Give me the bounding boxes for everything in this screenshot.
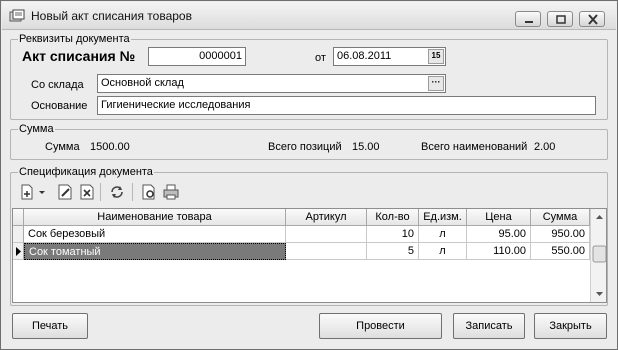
names-label: Всего наименований <box>421 141 528 153</box>
table-cell-total[interactable]: 550.00 <box>531 243 590 260</box>
scrollbar-graphic <box>592 215 606 296</box>
table-cell-qty[interactable]: 5 <box>367 243 419 260</box>
minimize-icon <box>525 21 533 23</box>
column-header-name[interactable]: Наименование товара <box>24 209 286 226</box>
requisites-group-title: Реквизиты документа <box>18 33 131 45</box>
act-number-field[interactable]: 0000001 <box>148 47 246 66</box>
specification-table[interactable]: Наименование товара Артикул Кол-во Ед.из… <box>12 208 607 303</box>
row-indicator-current[interactable] <box>13 243 24 260</box>
toolbar-separator <box>100 183 101 201</box>
table-cell-name[interactable]: Сок березовый <box>24 226 286 243</box>
scroll-down-icon <box>596 292 603 296</box>
column-header-unit[interactable]: Ед.изм. <box>419 209 467 226</box>
print-button[interactable]: Печать <box>12 313 88 339</box>
scroll-up-icon <box>596 215 603 219</box>
basis-label: Основание <box>31 100 88 112</box>
app-icon <box>9 9 25 22</box>
sum-label: Сумма <box>45 141 80 153</box>
sum-value: 1500.00 <box>90 141 130 153</box>
calendar-icon[interactable]: 15 <box>428 49 444 64</box>
close-window-button[interactable] <box>579 11 605 27</box>
delete-icon[interactable] <box>78 183 96 201</box>
names-value: 2.00 <box>534 141 556 153</box>
act-number-label: Акт списания № <box>22 48 136 64</box>
save-button[interactable]: Записать <box>453 313 525 339</box>
positions-label: Всего позиций <box>268 141 342 153</box>
vertical-scrollbar[interactable] <box>590 209 606 302</box>
close-icon <box>588 14 598 25</box>
row-indicator-header <box>13 209 24 226</box>
column-header-qty[interactable]: Кол-во <box>367 209 419 226</box>
edit-icon[interactable] <box>56 183 74 201</box>
date-field[interactable]: 06.08.2011 15 <box>333 47 446 66</box>
toolbar-separator <box>132 183 133 201</box>
post-button[interactable]: Провести <box>319 313 442 339</box>
positions-value: 15.00 <box>352 141 380 153</box>
table-cell-article[interactable] <box>286 226 367 243</box>
table-cell-name-selected[interactable]: Сок томатный <box>24 243 286 260</box>
warehouse-value: Основной склад <box>101 77 184 89</box>
column-header-price[interactable]: Цена <box>467 209 531 226</box>
sum-group-title: Сумма <box>18 123 55 135</box>
table-cell-price[interactable]: 95.00 <box>467 226 531 243</box>
warehouse-label: Со склада <box>31 79 84 91</box>
basis-field[interactable]: Гигиенические исследования <box>97 96 596 115</box>
date-label: от <box>315 52 326 64</box>
current-row-arrow-icon <box>16 247 21 256</box>
select-warehouse-button[interactable]: ··· <box>428 76 444 91</box>
minimize-button[interactable] <box>515 11 541 27</box>
row-indicator[interactable] <box>13 226 24 243</box>
table-cell-unit[interactable]: л <box>419 226 467 243</box>
preview-icon[interactable] <box>140 183 158 201</box>
warehouse-field[interactable]: Основной склад ··· <box>97 74 446 93</box>
print-icon[interactable] <box>162 183 180 201</box>
column-header-total[interactable]: Сумма <box>531 209 590 226</box>
table-cell-total[interactable]: 950.00 <box>531 226 590 243</box>
window-title: Новый акт списания товаров <box>31 9 192 23</box>
column-header-article[interactable]: Артикул <box>286 209 367 226</box>
maximize-icon <box>556 15 566 24</box>
table-cell-article[interactable] <box>286 243 367 260</box>
add-icon[interactable] <box>18 183 36 201</box>
scroll-thumb <box>592 245 606 263</box>
close-button[interactable]: Закрыть <box>534 313 607 339</box>
dropdown-arrow-icon[interactable] <box>37 183 47 201</box>
maximize-button[interactable] <box>547 11 573 27</box>
date-value: 06.08.2011 <box>337 50 392 62</box>
refresh-icon[interactable] <box>108 183 126 201</box>
table-cell-qty[interactable]: 10 <box>367 226 419 243</box>
table-cell-price[interactable]: 110.00 <box>467 243 531 260</box>
document-window: Новый акт списания товаров Реквизиты док… <box>0 0 618 350</box>
specification-group-title: Спецификация документа <box>18 166 154 178</box>
title-bar[interactable]: Новый акт списания товаров <box>2 2 616 30</box>
table-cell-unit[interactable]: л <box>419 243 467 260</box>
